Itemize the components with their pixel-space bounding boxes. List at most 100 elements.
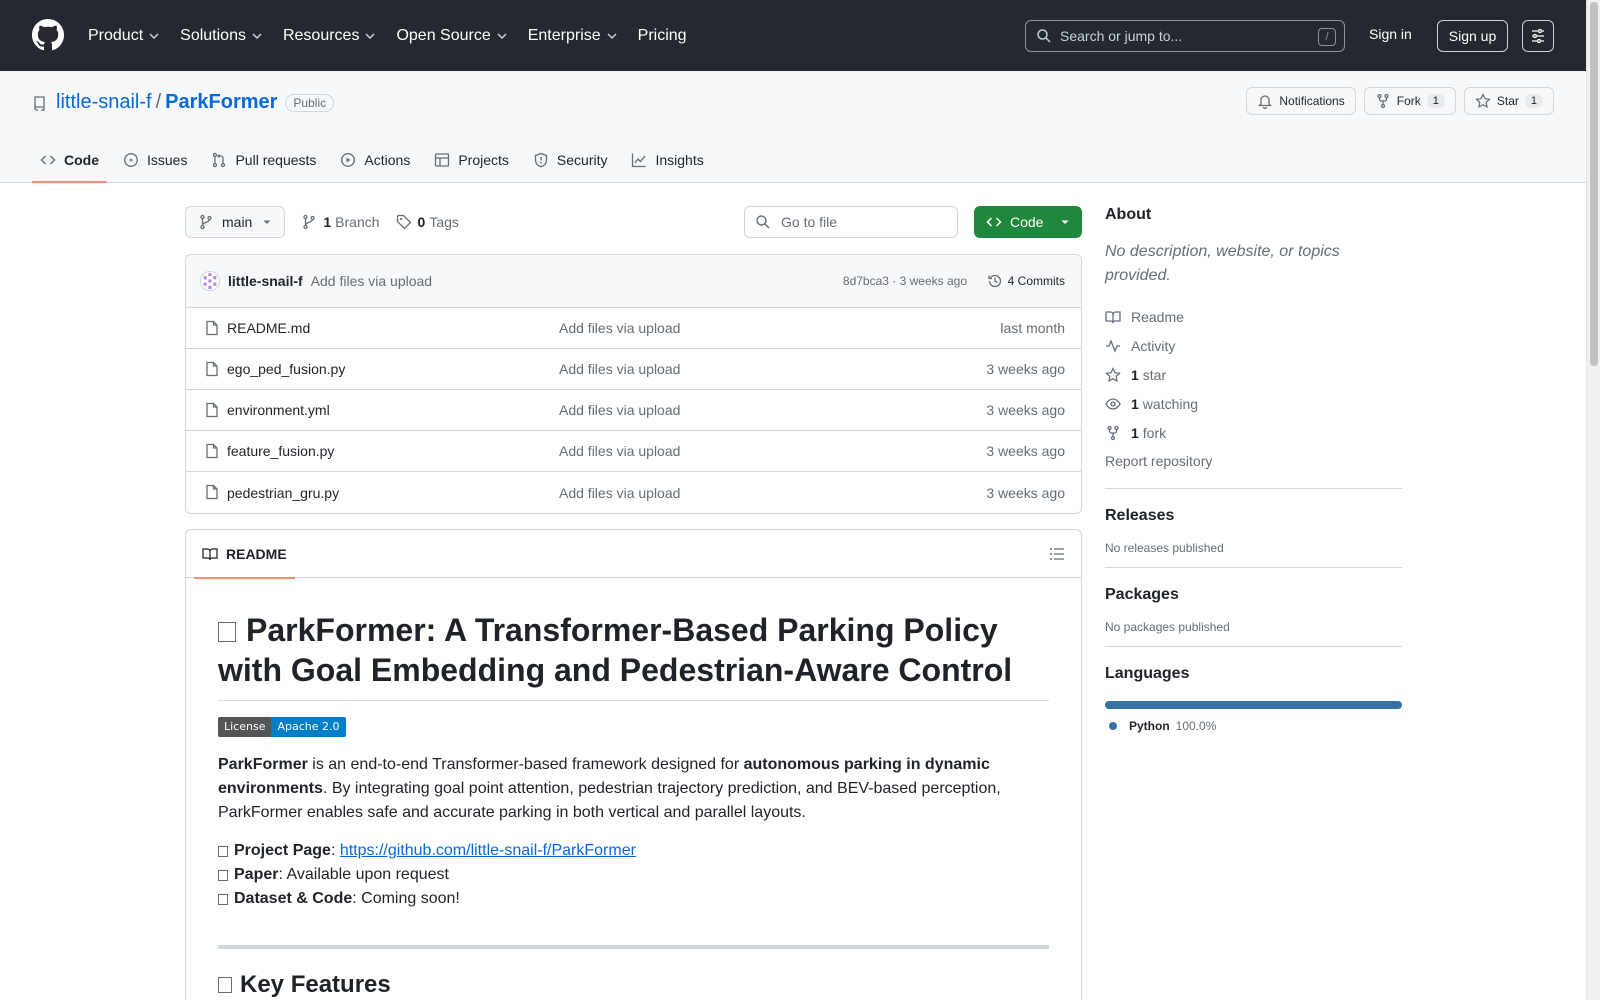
- file-icon: [206, 443, 218, 459]
- missing-glyph-icon: [218, 845, 228, 857]
- list-item-text: : Coming soon!: [352, 890, 460, 907]
- activity-link[interactable]: Activity: [1105, 331, 1402, 360]
- file-commit-message[interactable]: Add files via upload: [559, 402, 680, 418]
- file-row[interactable]: environment.yml Add files via upload 3 w…: [186, 390, 1081, 431]
- project-page-link[interactable]: https://github.com/little-snail-f/ParkFo…: [340, 839, 636, 863]
- file-icon: [206, 484, 218, 500]
- about-heading: About: [1105, 206, 1152, 223]
- list-item: Paper: Available upon request: [218, 863, 1049, 887]
- readme-tab-label: README: [226, 546, 287, 562]
- commit-author-link[interactable]: little-snail-f: [228, 273, 303, 289]
- chevron-down-icon: [497, 32, 507, 39]
- nav-resources[interactable]: Resources: [283, 27, 376, 45]
- tab-actions[interactable]: Actions: [332, 137, 418, 183]
- releases-heading[interactable]: Releases: [1105, 507, 1402, 525]
- sign-in-link[interactable]: Sign in: [1369, 26, 1412, 42]
- avatar[interactable]: [200, 271, 220, 291]
- intro-text: is an end-to-end Transformer-based frame…: [307, 756, 744, 773]
- languages-section: Languages Python 100.0%: [1105, 646, 1402, 733]
- watchers-link[interactable]: 1 watching: [1105, 389, 1402, 418]
- file-row[interactable]: pedestrian_gru.py Add files via upload 3…: [186, 472, 1081, 513]
- branch-selector[interactable]: main: [185, 206, 286, 238]
- file-name-link[interactable]: ego_ped_fusion.py: [227, 361, 345, 377]
- scrollbar-thumb[interactable]: [1590, 2, 1598, 366]
- nav-solutions[interactable]: Solutions: [180, 27, 263, 45]
- repo-tabs: Code Issues Pull requests Actions Projec…: [32, 137, 720, 183]
- file-commit-message[interactable]: Add files via upload: [559, 320, 680, 336]
- nav-enterprise[interactable]: Enterprise: [528, 27, 618, 45]
- repo-title: little-snail-f / ParkFormer Public: [32, 91, 335, 114]
- packages-heading[interactable]: Packages: [1105, 586, 1402, 604]
- tab-label: Insights: [655, 152, 704, 168]
- watch-count: 1: [1131, 395, 1139, 412]
- tab-insights[interactable]: Insights: [623, 137, 711, 183]
- missing-glyph-icon: [218, 893, 228, 905]
- caret-down-icon: [1061, 220, 1069, 224]
- file-commit-message[interactable]: Add files via upload: [559, 361, 680, 377]
- repo-icon: [34, 95, 45, 111]
- language-item[interactable]: Python 100.0%: [1105, 719, 1402, 733]
- commit-hash-and-time[interactable]: 8d7bca3 · 3 weeks ago: [843, 274, 967, 288]
- identicon-icon: [203, 273, 217, 289]
- file-name-link[interactable]: pedestrian_gru.py: [227, 485, 339, 501]
- sign-up-button[interactable]: Sign up: [1437, 20, 1508, 52]
- file-icon: [206, 402, 218, 418]
- tab-code[interactable]: Code: [32, 137, 107, 183]
- file-commit-message[interactable]: Add files via upload: [559, 485, 680, 501]
- github-logo-icon[interactable]: [32, 19, 64, 51]
- language-percent: 100.0%: [1175, 719, 1217, 733]
- notifications-button[interactable]: Notifications: [1246, 87, 1356, 115]
- file-name-link[interactable]: feature_fusion.py: [227, 443, 334, 459]
- stars-link[interactable]: 1 star: [1105, 360, 1402, 389]
- tab-label: Issues: [147, 152, 188, 168]
- forks-link[interactable]: 1 fork: [1105, 418, 1402, 447]
- license-badge[interactable]: License Apache 2.0: [218, 717, 346, 737]
- file-commit-message[interactable]: Add files via upload: [559, 443, 680, 459]
- repo-name-link[interactable]: ParkFormer: [165, 91, 277, 114]
- tab-label: Security: [556, 152, 608, 168]
- tab-issues[interactable]: Issues: [115, 137, 195, 183]
- fork-button[interactable]: Fork 1: [1363, 87, 1456, 115]
- file-row[interactable]: feature_fusion.py Add files via upload 3…: [186, 431, 1081, 472]
- list-item-colon: :: [330, 842, 340, 859]
- search-icon: [1037, 29, 1051, 43]
- languages-heading: Languages: [1105, 665, 1190, 682]
- settings-menu-button[interactable]: [1522, 20, 1554, 52]
- file-row[interactable]: ego_ped_fusion.py Add files via upload 3…: [186, 349, 1081, 390]
- file-name-link[interactable]: README.md: [227, 320, 310, 336]
- packages-section: Packages No packages published: [1105, 567, 1402, 634]
- list-item-text: : Available upon request: [278, 866, 449, 883]
- nav-label: Solutions: [180, 26, 246, 44]
- nav-label: Enterprise: [527, 26, 601, 44]
- branches-link[interactable]: 1 Branch: [301, 214, 380, 230]
- branch-icon: [303, 214, 316, 230]
- code-dropdown-button[interactable]: Code: [974, 206, 1082, 238]
- nav-product[interactable]: Product: [88, 27, 160, 45]
- pull-request-icon: [213, 152, 226, 168]
- report-repository-link[interactable]: Report repository: [1105, 447, 1402, 476]
- tab-security[interactable]: Security: [525, 137, 616, 183]
- readme-body: ParkFormer: A Transformer-Based Parking …: [186, 578, 1081, 999]
- go-to-file-input[interactable]: Go to file: [744, 206, 958, 238]
- nav-pricing[interactable]: Pricing: [638, 27, 687, 45]
- tab-pull-requests[interactable]: Pull requests: [203, 137, 324, 183]
- readme-tab[interactable]: README: [194, 530, 295, 579]
- divider: [218, 945, 1049, 949]
- tab-projects[interactable]: Projects: [426, 137, 517, 183]
- page-scrollbar[interactable]: [1586, 0, 1600, 1000]
- commit-message-link[interactable]: Add files via upload: [311, 273, 432, 289]
- global-search-input[interactable]: Search or jump to... /: [1025, 20, 1345, 52]
- file-commit-date: 3 weeks ago: [986, 361, 1065, 377]
- file-row[interactable]: README.md Add files via upload last mont…: [186, 308, 1081, 349]
- code-icon: [40, 155, 56, 165]
- packages-empty-text: No packages published: [1105, 620, 1230, 634]
- file-name-link[interactable]: environment.yml: [227, 402, 330, 418]
- readme-link[interactable]: Readme: [1105, 302, 1402, 331]
- repo-owner-link[interactable]: little-snail-f: [56, 91, 152, 114]
- nav-open-source[interactable]: Open Source: [396, 27, 507, 45]
- commits-history-link[interactable]: 4 Commits: [987, 273, 1065, 289]
- tags-link[interactable]: 0 Tags: [396, 214, 459, 230]
- branch-icon: [200, 214, 212, 230]
- star-button[interactable]: Star 1: [1463, 87, 1554, 115]
- outline-list-icon[interactable]: [1049, 546, 1065, 562]
